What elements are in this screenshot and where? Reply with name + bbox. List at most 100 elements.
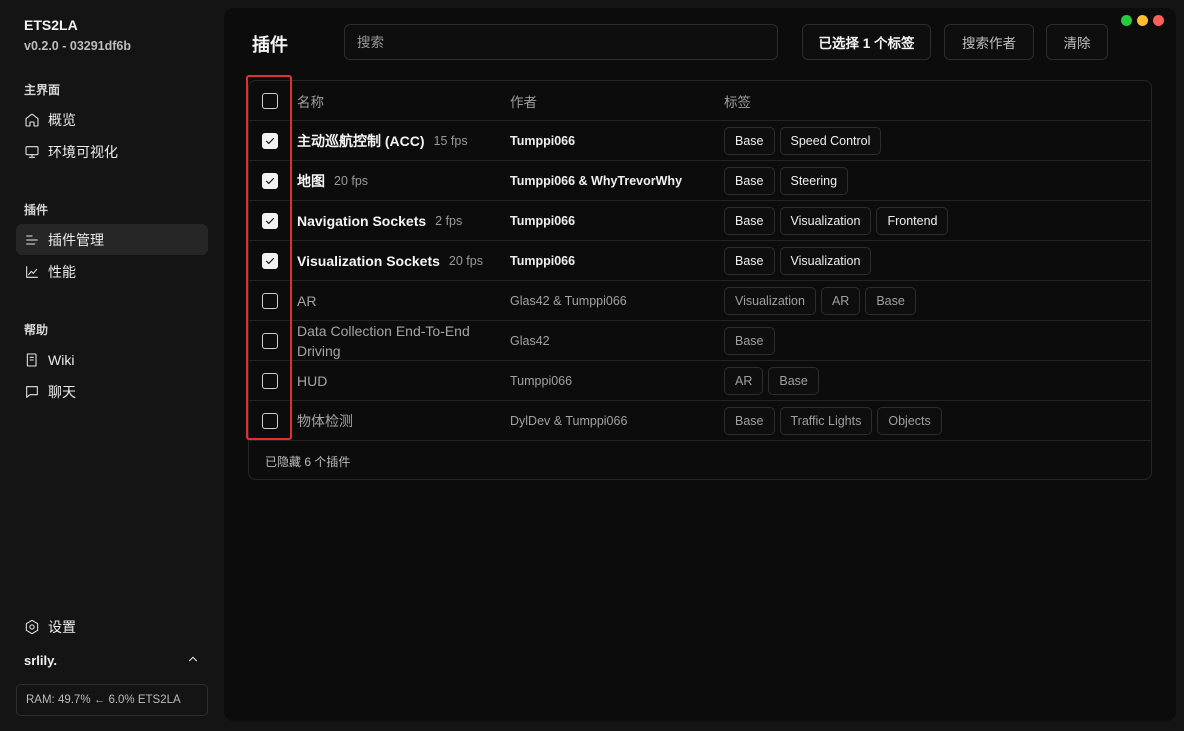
app-name: ETS2LA (24, 17, 78, 33)
tag-badge[interactable]: Objects (877, 407, 942, 435)
plugin-name-cell: HUD (297, 361, 507, 401)
tag-badge[interactable]: AR (820, 287, 861, 315)
plugin-author: DylDev & Tumppi066 (510, 414, 628, 428)
plugin-tags: Base (724, 321, 1144, 361)
check-icon (265, 137, 275, 145)
plugin-name: Navigation Sockets (297, 213, 427, 229)
column-header-author: 作者 (510, 95, 537, 110)
search-author-button[interactable]: 搜索作者 (944, 24, 1034, 60)
sidebar-item-label: 性能 (48, 263, 76, 280)
status-text: RAM: 49.7% ← 6.0% ETS2LA (26, 694, 181, 706)
tag-badge[interactable]: Visualization (779, 207, 872, 235)
page-title: 插件 (252, 35, 288, 55)
plugin-tags: AR Base (724, 361, 1144, 401)
sidebar-item-label: 环境可视化 (48, 143, 118, 160)
list-icon (24, 232, 40, 248)
table-row: AR Glas42 & Tumppi066 Visualization AR Base (249, 281, 1151, 321)
plugin-name: AR (297, 293, 317, 309)
table-header: 名称 作者 标签 (249, 81, 1151, 121)
plugin-name-cell: Data Collection End-To-End Driving (297, 321, 507, 361)
plugin-tags: Base Visualization Frontend (724, 201, 1144, 241)
tag-badge[interactable]: Frontend (876, 207, 949, 235)
plugin-name: 物体检测 (297, 413, 353, 429)
table-row: 物体检测 DylDev & Tumppi066 Base Traffic Lights… (249, 401, 1151, 441)
plugin-name: HUD (297, 373, 328, 389)
table-row: Visualization Sockets 20 fps Tumppi066 Base… (249, 241, 1151, 281)
sidebar-item-visualization[interactable]: 环境可视化 (16, 136, 208, 167)
sidebar-item-settings[interactable]: 设置 (16, 611, 208, 642)
tag-badge[interactable]: Speed Control (779, 127, 882, 155)
plugin-tags: Base Speed Control (724, 121, 1144, 161)
plugin-fps: 2 fps (435, 214, 463, 228)
tag-badge[interactable]: Traffic Lights (779, 407, 873, 435)
tag-badge[interactable]: Base (865, 287, 916, 315)
tag-badge[interactable]: Steering (779, 167, 849, 195)
column-header-tags: 标签 (724, 95, 751, 110)
plugin-fps: 15 fps (433, 134, 468, 148)
sidebar-item-performance[interactable]: 性能 (16, 256, 208, 287)
minimize-button[interactable] (1137, 15, 1148, 26)
sidebar: ETS2LA v0.2.0 - 03291df6b 主界面 概览 环境可视化 插… (0, 0, 224, 731)
search-input[interactable] (344, 24, 778, 60)
check-icon (265, 177, 275, 185)
chart-icon (24, 264, 40, 280)
tag-badge[interactable]: Base (768, 367, 819, 395)
book-icon (24, 352, 40, 368)
plugin-checkbox[interactable] (262, 373, 278, 389)
maximize-button[interactable] (1121, 15, 1132, 26)
tag-badge[interactable]: Base (724, 207, 775, 235)
plugin-author: Tumppi066 (510, 134, 576, 148)
plugin-author: Glas42 (510, 334, 550, 348)
plugin-author: Tumppi066 (510, 214, 576, 228)
tag-badge[interactable]: Visualization (724, 287, 816, 315)
clear-button[interactable]: 清除 (1046, 24, 1108, 60)
tag-badge[interactable]: Base (724, 167, 775, 195)
selected-tags-button[interactable]: 已选择 1 个标签 (802, 24, 931, 60)
check-icon (265, 257, 275, 265)
chevron-up-icon (186, 652, 200, 669)
sidebar-item-chat[interactable]: 聊天 (16, 376, 208, 407)
table-row: 地图 20 fps Tumppi066 & WhyTrevorWhy Base Stee… (249, 161, 1151, 201)
close-button[interactable] (1153, 15, 1164, 26)
plugin-checkbox[interactable] (262, 253, 278, 269)
plugin-checkbox[interactable] (262, 293, 278, 309)
plugin-name-cell: 地图 20 fps (297, 161, 507, 201)
table-row: HUD Tumppi066 AR Base (249, 361, 1151, 401)
plugin-name-cell: Navigation Sockets 2 fps (297, 201, 507, 241)
plugin-checkbox[interactable] (262, 213, 278, 229)
tag-badge[interactable]: Base (724, 247, 775, 275)
gear-icon (24, 619, 40, 635)
sidebar-item-label: 设置 (48, 618, 76, 635)
column-header-name: 名称 (297, 95, 324, 110)
plugin-name: Data Collection End-To-End Driving (297, 323, 470, 359)
plugin-name-cell: AR (297, 281, 507, 321)
username: srlily. (24, 652, 58, 668)
tag-badge[interactable]: Base (724, 327, 775, 355)
tag-badge[interactable]: AR (724, 367, 764, 395)
app-version: v0.2.0 - 03291df6b (24, 39, 132, 53)
select-all-checkbox[interactable] (262, 93, 278, 109)
section-label-help: 帮助 (24, 323, 49, 337)
plugin-checkbox[interactable] (262, 333, 278, 349)
tag-badge[interactable]: Base (724, 127, 775, 155)
table-row: Navigation Sockets 2 fps Tumppi066 Base Visu… (249, 201, 1151, 241)
sidebar-item-label: 聊天 (48, 383, 76, 400)
plugin-author: Tumppi066 & WhyTrevorWhy (510, 174, 683, 188)
plugin-name: 主动巡航控制 (ACC) (297, 133, 425, 149)
sidebar-item-plugin-manager[interactable]: 插件管理 (16, 224, 208, 255)
plugin-checkbox[interactable] (262, 413, 278, 429)
sidebar-item-overview[interactable]: 概览 (16, 104, 208, 135)
check-icon (265, 217, 275, 225)
plugin-author: Tumppi066 (510, 254, 576, 268)
sidebar-item-wiki[interactable]: Wiki (16, 344, 208, 375)
status-bar: RAM: 49.7% ← 6.0% ETS2LA (16, 684, 208, 716)
tag-badge[interactable]: Base (724, 407, 775, 435)
plugin-tags: Visualization AR Base (724, 281, 1144, 321)
tag-badge[interactable]: Visualization (779, 247, 872, 275)
user-menu[interactable]: srlily. (24, 651, 200, 669)
hidden-plugins-text: 已隐藏 6 个插件 (265, 455, 351, 469)
table-row: Data Collection End-To-End Driving Glas42… (249, 321, 1151, 361)
plugin-checkbox[interactable] (262, 173, 278, 189)
plugin-checkbox[interactable] (262, 133, 278, 149)
plugin-name: 地图 (297, 173, 325, 189)
